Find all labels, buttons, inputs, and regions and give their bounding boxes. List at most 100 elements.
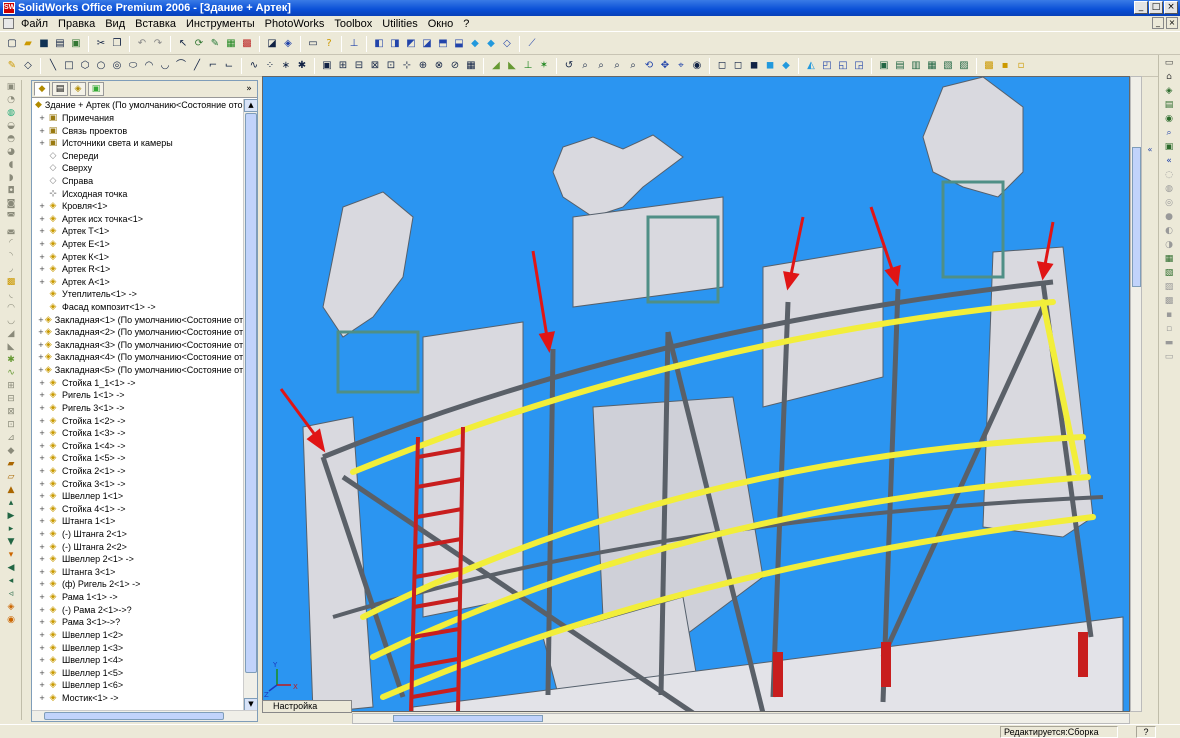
expand-icon[interactable]: + <box>38 326 44 338</box>
snap-icon[interactable]: ✱ <box>295 59 309 73</box>
menu-photoworks[interactable]: PhotoWorks <box>261 18 331 30</box>
move-icon[interactable]: ⊹ <box>400 59 414 73</box>
expand-icon[interactable]: + <box>38 276 46 288</box>
close-button[interactable]: × <box>1164 1 1178 14</box>
section-view-icon[interactable]: ◱ <box>836 59 850 73</box>
gusset-icon[interactable]: ⊿ <box>4 432 18 444</box>
tree-item[interactable]: + ◈ Закладная<2> (По умолчанию<Состояние о… <box>32 326 244 339</box>
select-icon[interactable]: ↖ <box>176 37 190 51</box>
dimetric-view-icon[interactable]: ◇ <box>500 37 514 51</box>
graphics-vscroll-thumb[interactable] <box>1132 147 1141 287</box>
curve-pattern-icon[interactable]: ◠ <box>4 302 18 314</box>
tree-item[interactable]: ◈ Утеплитель<1> -> <box>32 288 244 301</box>
tree-item[interactable]: + ◈ Швеллер 2<1> -> <box>32 553 244 566</box>
expand-icon[interactable]: + <box>38 200 46 212</box>
previous-view-icon[interactable]: ↺ <box>562 59 576 73</box>
expand-icon[interactable]: + <box>38 654 46 666</box>
tree-item[interactable]: + ◈ Швеллер 1<4> <box>32 654 244 667</box>
rectangle-icon[interactable]: □ <box>62 59 76 73</box>
revolve-boss-icon[interactable]: ◔ <box>4 94 18 106</box>
hole-series-icon[interactable]: ◐ <box>1162 225 1176 237</box>
tree-item[interactable]: + ◈ Рама 3<1>->? <box>32 616 244 629</box>
search-icon[interactable]: ⌕ <box>1162 127 1176 139</box>
tree-item[interactable]: ◇ Справа <box>32 175 244 188</box>
tree-item[interactable]: + ◈ Артек исх точка<1> <box>32 212 244 225</box>
view-palette-icon[interactable]: ▣ <box>1162 141 1176 153</box>
expand-icon[interactable]: + <box>38 364 44 376</box>
expand-icon[interactable]: + <box>38 238 46 250</box>
tree-item[interactable]: + ◈ Швеллер 1<6> <box>32 679 244 692</box>
hole-icon[interactable]: ◛ <box>4 224 18 236</box>
grid-icon[interactable]: ▦ <box>224 37 238 51</box>
feature-tree-tab[interactable]: ◆ <box>34 82 50 96</box>
tree-item[interactable]: + ◈ Закладная<5> (По умолчанию<Состояние о… <box>32 364 244 377</box>
extrude-cut-icon[interactable]: ◓ <box>4 133 18 145</box>
document-icon[interactable] <box>3 18 14 29</box>
back-view-icon[interactable]: ◨ <box>388 37 402 51</box>
edit-component-icon[interactable]: ▤ <box>893 59 907 73</box>
point-icon[interactable]: ∗ <box>279 59 293 73</box>
structural-member-icon[interactable]: ⊟ <box>4 393 18 405</box>
collapse-panel-icon[interactable]: » <box>243 83 255 95</box>
resources-icon[interactable]: ◈ <box>1162 85 1176 97</box>
configuration-tab[interactable]: Настройка <box>262 700 352 713</box>
smart-fasteners-icon[interactable]: ● <box>1162 211 1176 223</box>
properties-icon[interactable]: ▭ <box>306 37 320 51</box>
circular-pattern-icon[interactable]: ◟ <box>4 289 18 301</box>
tree-item[interactable]: + ◈ Стойка 3<1> -> <box>32 477 244 490</box>
edge-flange-icon[interactable]: ▲ <box>4 484 18 496</box>
relations-icon[interactable]: ◢ <box>489 59 503 73</box>
perimeter-circle-icon[interactable]: ◎ <box>110 59 124 73</box>
expand-icon[interactable]: + <box>38 629 46 641</box>
expand-icon[interactable]: + <box>38 679 46 691</box>
iso-view-icon[interactable]: ◆ <box>468 37 482 51</box>
mate-references-icon[interactable]: ▦ <box>1162 253 1176 265</box>
sim-xpress-icon[interactable]: ▩ <box>1162 295 1176 307</box>
tree-item[interactable]: ◆ Здание + Артек (По умолчанию<Состояние … <box>32 99 244 112</box>
design-checker-icon[interactable]: ▨ <box>1162 281 1176 293</box>
tree-item[interactable]: + ◈ Артек R<1> <box>32 263 244 276</box>
graphics-hscroll-thumb[interactable] <box>393 715 543 722</box>
chamfer-feature-icon[interactable]: ◗ <box>4 172 18 184</box>
closed-corner-icon[interactable]: ▾ <box>4 549 18 561</box>
rotate-icon[interactable]: ⟲ <box>642 59 656 73</box>
spline-icon[interactable]: ∿ <box>247 59 261 73</box>
end-cap-icon[interactable]: ⊡ <box>4 419 18 431</box>
realview-icon[interactable]: ◲ <box>852 59 866 73</box>
custom-properties-icon[interactable]: ◌ <box>1162 169 1176 181</box>
tree-item[interactable]: ◇ Спереди <box>32 149 244 162</box>
rotate-entities-icon[interactable]: ⊕ <box>416 59 430 73</box>
front-view-icon[interactable]: ◧ <box>372 37 386 51</box>
pattern-icon[interactable]: ▦ <box>464 59 478 73</box>
expand-icon[interactable]: + <box>38 566 46 578</box>
expand-icon[interactable]: + <box>38 515 46 527</box>
centerline-icon[interactable]: ╱ <box>190 59 204 73</box>
menu-insert[interactable]: Вставка <box>131 18 182 30</box>
expand-icon[interactable]: + <box>38 478 46 490</box>
menu-utilities[interactable]: Utilities <box>378 18 423 30</box>
axis-icon[interactable]: ✱ <box>4 354 18 366</box>
display-manager-tab[interactable]: ▣ <box>88 82 104 96</box>
graphics-area[interactable]: Y X Z <box>262 76 1130 712</box>
forming-tool-icon[interactable]: ◀ <box>4 562 18 574</box>
design-library-icon[interactable]: ▤ <box>1162 99 1176 111</box>
expand-icon[interactable]: + <box>38 503 46 515</box>
assembly-model-view[interactable]: Y X Z <box>263 77 1130 712</box>
undo-icon[interactable]: ↶ <box>135 37 149 51</box>
graphics-vertical-scrollbar[interactable] <box>1130 76 1142 712</box>
photoworks-render-icon[interactable]: ▩ <box>982 59 996 73</box>
base-flange-icon[interactable]: ▱ <box>4 471 18 483</box>
tree-item[interactable]: ◈ Фасад композит<1> -> <box>32 301 244 314</box>
view-orientation-icon[interactable]: ⌖ <box>674 59 688 73</box>
mirror-feature-icon[interactable]: ◞ <box>4 263 18 275</box>
shape-icon[interactable]: ◝ <box>4 250 18 262</box>
move-component-icon[interactable]: ▧ <box>941 59 955 73</box>
motion-icon[interactable]: ▬ <box>1162 337 1176 349</box>
expand-icon[interactable]: + <box>38 314 44 326</box>
options-icon[interactable]: ✎ <box>208 37 222 51</box>
expand-icon[interactable]: + <box>38 402 46 414</box>
tree-item[interactable]: + ◈ Штанга 3<1> <box>32 566 244 579</box>
scroll-up-arrow-icon[interactable]: ▲ <box>244 99 258 112</box>
extrude-boss-icon[interactable]: ▣ <box>4 81 18 93</box>
expand-icon[interactable]: + <box>38 125 46 137</box>
